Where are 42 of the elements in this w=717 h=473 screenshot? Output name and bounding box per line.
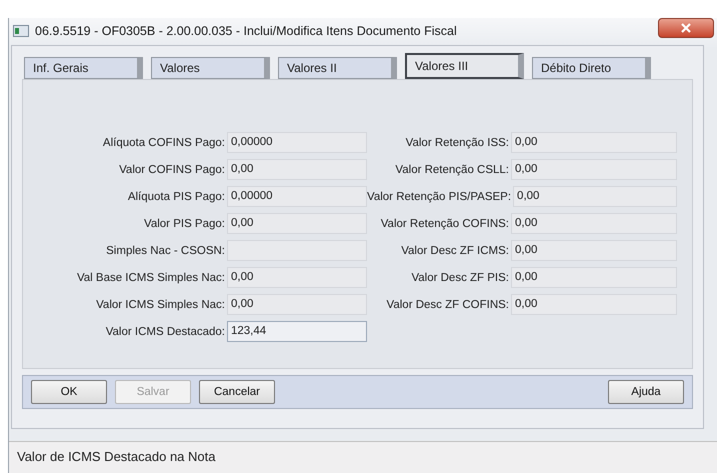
input-field[interactable]: 0,00 <box>513 186 677 207</box>
dialog-button[interactable]: OK <box>31 380 107 404</box>
close-icon <box>681 23 691 33</box>
tab[interactable]: Débito Direto <box>532 57 651 79</box>
input-field[interactable]: 0,00 <box>511 294 677 315</box>
status-bar: Valor de ICMS Destacado na Nota <box>9 441 717 473</box>
field-label: Valor ICMS Simples Nac: <box>95 298 225 310</box>
dialog-button[interactable]: Cancelar <box>199 380 275 404</box>
input-field[interactable]: 0,00 <box>227 159 367 180</box>
input-field[interactable]: 0,00 <box>227 267 367 288</box>
tab[interactable]: Inf. Gerais <box>24 57 143 79</box>
field-label: Valor Retenção ISS: <box>404 136 509 148</box>
help-button[interactable]: Ajuda <box>608 380 684 404</box>
input-field[interactable]: 0,00 <box>227 294 367 315</box>
close-button[interactable] <box>658 18 714 38</box>
field-label: Valor COFINS Pago: <box>118 164 225 176</box>
input-field[interactable]: 0,00000 <box>227 186 367 207</box>
field-label: Valor PIS Pago: <box>143 218 225 230</box>
input-field[interactable]: 0,00000 <box>227 132 367 153</box>
field-label: Val Base ICMS Simples Nac: <box>76 272 225 284</box>
tab[interactable]: Valores <box>151 57 270 79</box>
window-icon <box>13 24 29 36</box>
field-label: Valor Retenção PIS/PASEP: <box>367 190 512 202</box>
input-field[interactable]: 123,44 <box>227 321 367 342</box>
window-title: 06.9.5519 - OF0305B - 2.00.00.035 - Inclui/Modifica Itens Documento Fiscal <box>35 24 457 38</box>
input-field[interactable]: 0,00 <box>511 159 677 180</box>
input-field[interactable]: 0,00 <box>511 213 677 234</box>
field-label: Alíquota COFINS Pago: <box>102 136 225 148</box>
input-field[interactable]: 0,00 <box>227 213 367 234</box>
field-label: Valor Desc ZF PIS: <box>410 272 509 284</box>
field-label: Alíquota PIS Pago: <box>126 190 225 202</box>
input-field[interactable]: 0,00 <box>511 132 677 153</box>
field-label: Valor Retenção COFINS: <box>380 218 509 230</box>
field-label: Simples Nac - CSOSN: <box>105 244 225 256</box>
field-label: Valor Desc ZF COFINS: <box>386 298 509 310</box>
field-label: Valor Retenção CSLL: <box>394 164 509 176</box>
input-field[interactable]: 0,00 <box>511 240 677 261</box>
field-label: Valor Desc ZF ICMS: <box>400 244 509 256</box>
input-field[interactable]: 0,00 <box>511 267 677 288</box>
tab[interactable]: Valores III <box>405 53 524 79</box>
field-label: Valor ICMS Destacado: <box>104 326 225 338</box>
tab[interactable]: Valores II <box>278 57 397 79</box>
